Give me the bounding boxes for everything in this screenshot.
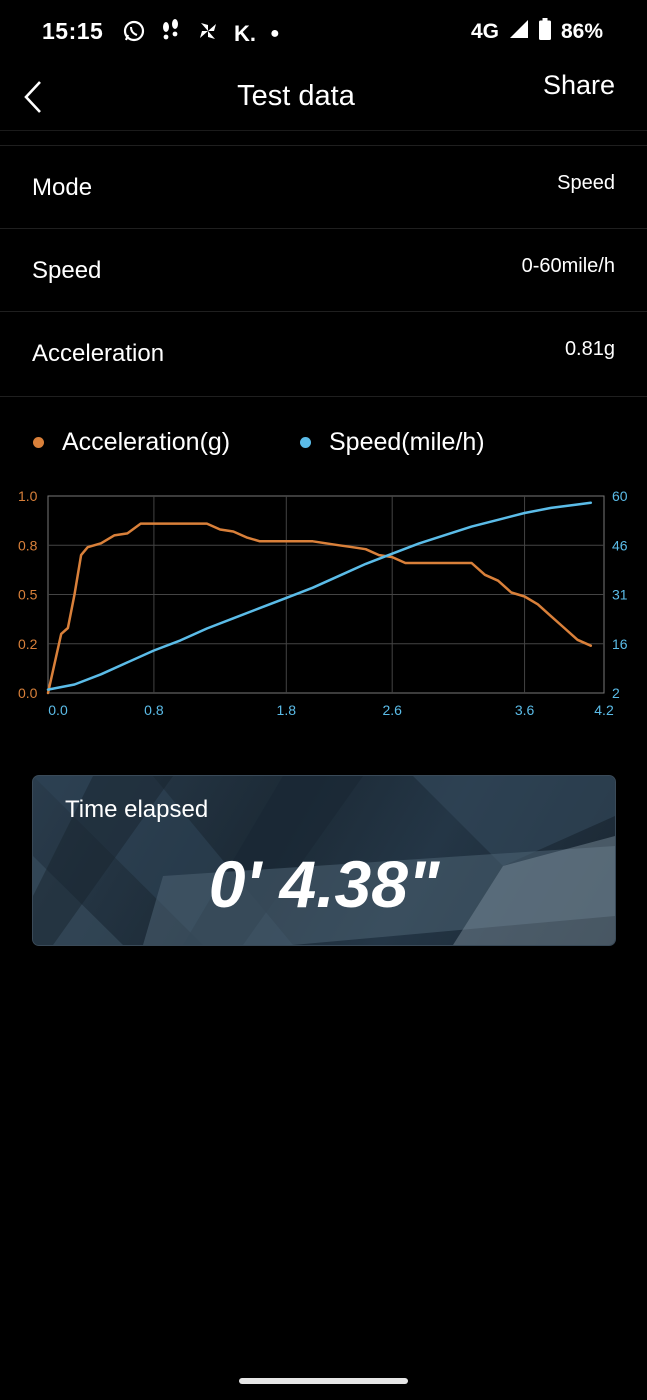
acceleration-label: Acceleration xyxy=(32,340,165,367)
chart-legend: Acceleration(g) Speed(mile/h) xyxy=(0,428,647,468)
mode-value: Speed xyxy=(557,172,615,194)
acceleration-series-line xyxy=(46,522,593,695)
time-elapsed-value: 0' 4.38" xyxy=(208,847,440,921)
y-left-tick-label: 0.2 xyxy=(18,636,38,652)
speed-row: Speed 0-60mile/h xyxy=(0,228,647,311)
y-right-tick-label: 46 xyxy=(612,537,628,553)
legend-speed: Speed(mile/h) xyxy=(300,428,485,457)
mode-row: Mode Speed xyxy=(0,145,647,228)
y-left-tick-label: 0.0 xyxy=(18,685,38,701)
acceleration-value: 0.81g xyxy=(564,338,615,360)
y-left-tick-label: 0.5 xyxy=(18,587,38,603)
y-left-tick-label: 0.8 xyxy=(18,537,38,553)
notification-icons: K. ● xyxy=(122,19,280,49)
speed-label: Speed xyxy=(32,257,102,284)
x-tick-label: 0.8 xyxy=(144,702,164,718)
time-elapsed-card: Time elapsed 0' 4.38" xyxy=(32,775,616,946)
legend-acceleration: Acceleration(g) xyxy=(33,428,230,457)
x-tick-label: 2.6 xyxy=(382,702,402,718)
y-right-tick-label: 31 xyxy=(612,587,628,603)
status-bar: 15:15 K. ● 4G 86% xyxy=(0,0,647,64)
app-bar: Test data Share xyxy=(0,64,647,134)
signal-icon xyxy=(509,19,529,45)
acceleration-speed-chart: 0.0 0.8 1.8 2.6 3.6 4.2 0.0 2 0.2 16 0.5 31 0.8 46 1.0… xyxy=(18,488,628,718)
whatsapp-icon xyxy=(122,19,146,49)
acceleration-row: Acceleration 0.81g xyxy=(0,311,647,397)
page-title: Test data xyxy=(237,80,355,112)
battery-icon xyxy=(538,18,551,46)
header-divider xyxy=(0,130,647,131)
y-left-tick-label: 1.0 xyxy=(18,488,38,504)
mode-label: Mode xyxy=(32,174,93,201)
y-right-tick-label: 16 xyxy=(612,636,628,652)
y-right-tick-label: 2 xyxy=(612,685,620,701)
legend-speed-label: Speed(mile/h) xyxy=(329,428,485,456)
y-right-tick-label: 60 xyxy=(612,488,628,504)
network-type: 4G xyxy=(470,20,499,43)
speed-dot-icon xyxy=(300,437,311,448)
home-indicator[interactable] xyxy=(239,1378,408,1384)
battery-percent: 86% xyxy=(560,20,603,43)
status-time: 15:15 xyxy=(42,18,104,44)
time-elapsed-label: Time elapsed xyxy=(65,796,209,823)
legend-acceleration-label: Acceleration(g) xyxy=(62,428,231,456)
acceleration-dot-icon xyxy=(33,437,44,448)
more-notifications-dot-icon: ● xyxy=(270,25,280,42)
x-tick-label: 4.2 xyxy=(594,702,614,718)
share-button[interactable]: Share xyxy=(543,70,615,101)
speed-value: 0-60mile/h xyxy=(521,255,615,277)
system-status: 4G 86% xyxy=(471,18,603,46)
x-tick-label: 0.0 xyxy=(48,702,68,718)
x-tick-label: 1.8 xyxy=(277,702,297,718)
x-tick-label: 3.6 xyxy=(515,702,535,718)
pinwheel-icon xyxy=(196,19,220,49)
footsteps-icon xyxy=(160,19,182,49)
k-app-icon: K. xyxy=(234,21,256,46)
